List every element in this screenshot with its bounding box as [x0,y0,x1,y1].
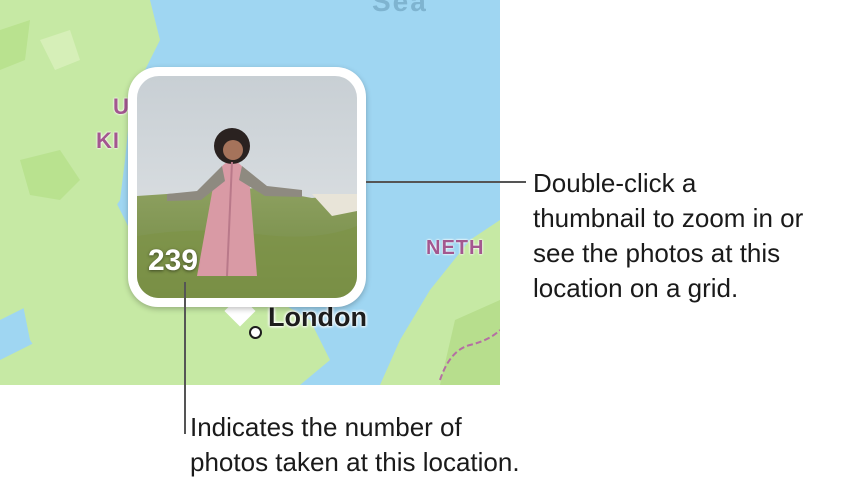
photo-count-badge: 239 [148,244,199,277]
london-location-dot[interactable] [249,326,262,339]
map-view[interactable]: Sea U KI NETH London 239 [0,0,500,385]
callout-line-count [184,282,186,434]
country-label-uk-bottom: KI [96,128,120,153]
callout-count-line-1: Indicates the number of [190,412,462,442]
callout-thumbnail: Double-click a thumbnail to zoom in or s… [533,166,803,306]
callout-count: Indicates the number of photos taken at … [190,410,520,480]
sea-label: Sea [372,0,428,17]
callout-thumbnail-line-4: location on a grid. [533,273,739,303]
country-label-netherlands: NETH [426,237,485,259]
callout-thumbnail-line-3: see the photos at this [533,238,781,268]
callout-thumbnail-line-1: Double-click a [533,168,697,198]
callout-line-thumbnail [366,181,526,183]
callout-thumbnail-line-2: thumbnail to zoom in or [533,203,804,233]
photo-pin-thumbnail[interactable]: 239 [128,67,366,307]
callout-count-line-2: photos taken at this location. [190,447,520,477]
